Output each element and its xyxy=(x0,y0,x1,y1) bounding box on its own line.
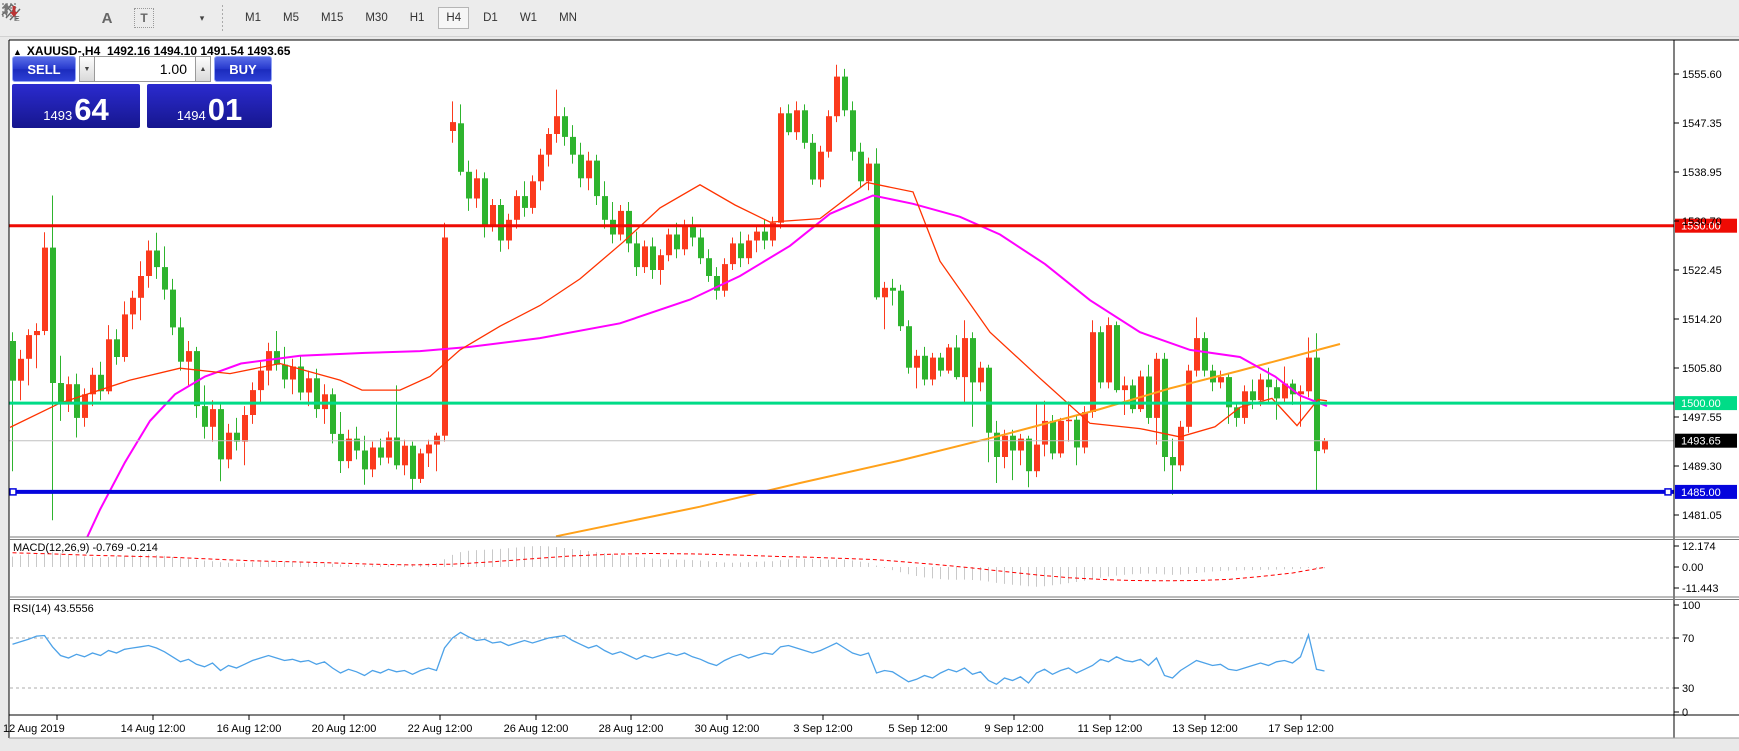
price-axis-label: 1497.55 xyxy=(1682,412,1722,424)
rsi-scale-label: 0 xyxy=(1682,707,1688,719)
time-axis-label: 12 Aug 2019 xyxy=(3,723,65,735)
lot-increase-button[interactable]: ▲ xyxy=(195,56,211,82)
timeframe-button-group: M1 M5 M15 M30 H1H4 D1 W1 MN xyxy=(231,7,585,29)
arrows-icon[interactable] xyxy=(168,5,194,31)
lot-size-input[interactable] xyxy=(95,56,195,82)
text-icon[interactable]: A xyxy=(94,5,120,31)
timeframe-d1-button[interactable]: D1 xyxy=(475,7,506,29)
timeframe-w1-button[interactable]: W1 xyxy=(512,7,545,29)
time-axis-label: 30 Aug 12:00 xyxy=(695,723,760,735)
price-axis-label: 1514.20 xyxy=(1682,314,1722,326)
timeframe-m15-button[interactable]: M15 xyxy=(313,7,351,29)
timeframe-m5-button[interactable]: M5 xyxy=(275,7,307,29)
timeframe-m30-button[interactable]: M30 xyxy=(357,7,395,29)
price-axis-label: 1505.80 xyxy=(1682,363,1722,375)
timeframe-m1-button[interactable]: M1 xyxy=(237,7,269,29)
mt4-window: { "toolbar": { "tools": ["equidistant-ch… xyxy=(0,0,1739,751)
hline-handle[interactable] xyxy=(10,489,16,495)
sell-price-box[interactable]: 1493 64 xyxy=(12,84,140,128)
sell-button[interactable]: SELL xyxy=(12,56,76,82)
one-click-trading-panel: SELL ▼ ▲ BUY 1493 64 1494 01 xyxy=(12,56,272,128)
time-axis-label: 26 Aug 12:00 xyxy=(504,723,569,735)
sell-price-big: 64 xyxy=(74,92,108,128)
buy-price-small: 1494 xyxy=(177,108,206,123)
time-axis-label: 16 Aug 12:00 xyxy=(217,723,282,735)
timeframe-h1-button[interactable]: H1 xyxy=(402,7,433,29)
macd-scale-label: 12.174 xyxy=(1682,541,1716,553)
price-axis-label: 1489.30 xyxy=(1682,461,1722,473)
time-axis-label: 13 Sep 12:00 xyxy=(1172,723,1237,735)
price-axis-label: 1538.95 xyxy=(1682,167,1722,179)
time-axis-label: 11 Sep 12:00 xyxy=(1078,723,1143,735)
time-axis-label: 9 Sep 12:00 xyxy=(984,723,1043,735)
buy-price-big: 01 xyxy=(208,92,242,128)
time-axis-label: 5 Sep 12:00 xyxy=(888,723,947,735)
rsi-scale-label: 70 xyxy=(1682,633,1694,645)
time-axis-label: 14 Aug 12:00 xyxy=(121,723,186,735)
toolbar-separator xyxy=(222,5,223,31)
hline-handle[interactable] xyxy=(1665,489,1671,495)
rsi-scale-label: 30 xyxy=(1682,683,1694,695)
price-badge: 1493.65 xyxy=(1681,436,1721,448)
price-axis-label: 1555.60 xyxy=(1682,69,1722,81)
price-badge: 1485.00 xyxy=(1681,487,1721,499)
buy-button[interactable]: BUY xyxy=(214,56,272,82)
price-axis-label: 1481.05 xyxy=(1682,510,1722,522)
rsi-indicator-label: RSI(14) 43.5556 xyxy=(13,603,94,615)
sell-price-small: 1493 xyxy=(43,108,72,123)
time-axis-label: 28 Aug 12:00 xyxy=(599,723,664,735)
macd-scale-label: 0.00 xyxy=(1682,562,1703,574)
timeframe-h4-button[interactable]: H4 xyxy=(438,7,469,29)
time-axis-label: 20 Aug 12:00 xyxy=(312,723,377,735)
timeframe-mn-button[interactable]: MN xyxy=(551,7,585,29)
text-label-icon[interactable]: T xyxy=(134,8,154,28)
time-axis-label: 22 Aug 12:00 xyxy=(408,723,473,735)
fibonacci-icon[interactable]: F xyxy=(54,5,80,31)
toolbar: E F A T ▾ M1M5M15M30H1H4D1W1MN xyxy=(0,0,1739,37)
macd-scale-label: -11.443 xyxy=(1682,583,1719,595)
price-axis-label: 1522.45 xyxy=(1682,265,1722,277)
price-axis-label: 1547.35 xyxy=(1682,118,1722,130)
price-axis-label: 1530.70 xyxy=(1682,216,1722,228)
arrows-glyph xyxy=(0,0,20,20)
rsi-scale-label: 100 xyxy=(1682,600,1700,612)
lot-decrease-button[interactable]: ▼ xyxy=(79,56,95,82)
time-axis-label: 17 Sep 12:00 xyxy=(1268,723,1333,735)
price-badge: 1500.00 xyxy=(1681,398,1721,410)
arrows-dropdown-caret-icon[interactable]: ▾ xyxy=(196,5,208,31)
time-axis-label: 3 Sep 12:00 xyxy=(793,723,852,735)
buy-price-box[interactable]: 1494 01 xyxy=(147,84,272,128)
macd-indicator-label: MACD(12,26,9) -0.769 -0.214 xyxy=(13,542,158,554)
